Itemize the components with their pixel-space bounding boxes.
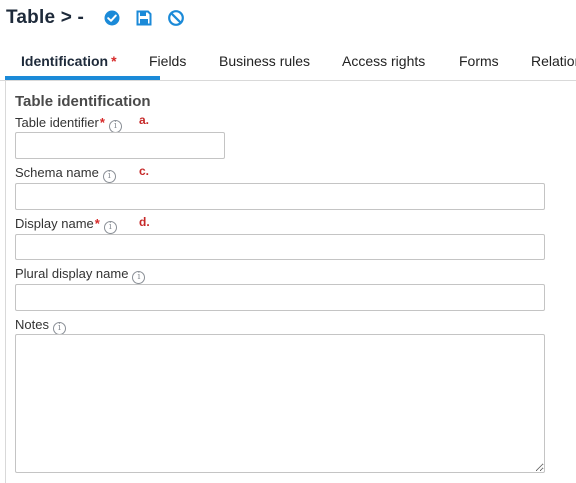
notes-label: Notes i: [15, 317, 66, 335]
required-marker: *: [111, 53, 117, 69]
plural-display-name-input[interactable]: [15, 284, 545, 311]
notes-textarea[interactable]: [15, 334, 545, 473]
tab-forms[interactable]: Forms: [459, 44, 499, 80]
tab-business-rules[interactable]: Business rules: [219, 44, 310, 80]
annotation-c: c.: [139, 164, 150, 178]
display-name-input[interactable]: [15, 234, 545, 260]
annotation-d: d.: [139, 215, 150, 229]
tab-identification-label: Identification: [21, 53, 109, 69]
schema-name-input[interactable]: [15, 183, 545, 210]
table-identifier-input[interactable]: [15, 132, 225, 159]
schema-name-label-text: Schema name: [15, 165, 99, 180]
tab-identification[interactable]: Identification *: [5, 44, 160, 80]
annotation-a: a.: [139, 113, 150, 127]
check-circle-icon[interactable]: [103, 9, 121, 27]
notes-label-text: Notes: [15, 317, 49, 332]
schema-name-label: Schema name i: [15, 165, 116, 183]
section-title: Table identification: [15, 93, 151, 110]
required-marker: *: [94, 216, 100, 231]
info-icon[interactable]: i: [132, 271, 146, 284]
plural-display-name-label: Plural display name i: [15, 266, 146, 284]
table-identifier-label-text: Table identifier: [15, 115, 99, 130]
cancel-icon[interactable]: [167, 9, 185, 27]
tab-relation[interactable]: Relation: [531, 44, 576, 80]
tab-fields[interactable]: Fields: [149, 44, 186, 80]
display-name-label: Display name* i: [15, 216, 117, 234]
save-icon[interactable]: [135, 9, 153, 27]
page-header: Table > -: [0, 0, 576, 40]
table-identifier-label: Table identifier* i: [15, 115, 122, 133]
info-icon[interactable]: i: [102, 170, 116, 183]
tab-access-rights[interactable]: Access rights: [342, 44, 425, 80]
plural-display-name-label-text: Plural display name: [15, 266, 129, 281]
page-title: Table > -: [6, 7, 84, 28]
required-marker: *: [99, 115, 105, 130]
tab-bar: Identification * Fields Business rules Ac…: [0, 44, 576, 81]
display-name-label-text: Display name: [15, 216, 94, 231]
info-icon[interactable]: i: [103, 221, 117, 234]
